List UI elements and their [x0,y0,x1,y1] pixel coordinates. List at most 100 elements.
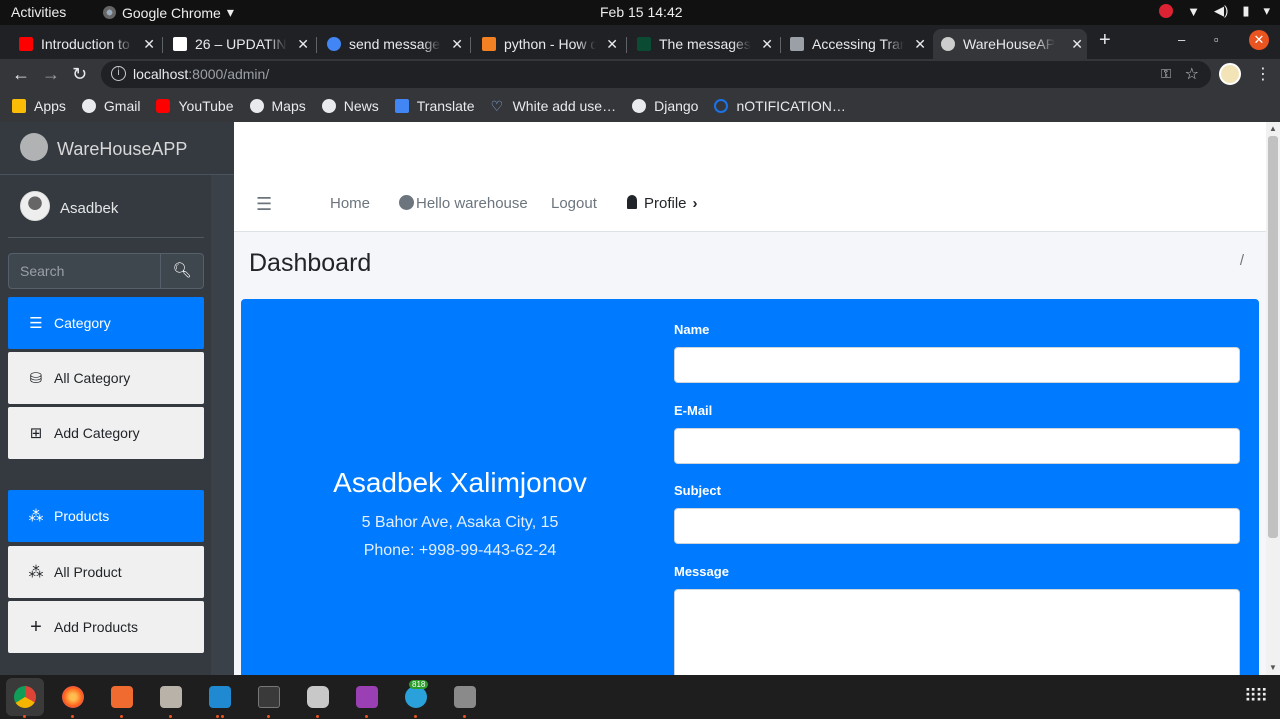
bookmark-maps[interactable]: Maps [249,98,306,114]
close-icon[interactable]: ✕ [143,36,155,53]
dock [0,675,1280,719]
key-icon[interactable]: ⚿ [1161,66,1171,82]
nav-logout-link[interactable]: Logout [551,195,597,212]
tab-0[interactable]: Introduction to ✕ [11,29,159,59]
scrollbar-thumb[interactable] [1268,136,1278,538]
new-tab-icon[interactable]: + [1099,29,1111,52]
terminal-dock-icon[interactable] [253,681,285,713]
back-icon[interactable]: ← [12,64,30,85]
disk-dock-icon[interactable] [449,681,481,713]
email-field[interactable] [674,428,1240,464]
header-spacer [234,122,1266,177]
show-apps-icon[interactable]: ⠿⠿ [1244,686,1268,707]
vscode-dock-icon[interactable] [204,681,236,713]
brand-name: WareHouseAPP [57,139,188,159]
window-close-icon[interactable]: ✕ [1249,30,1269,50]
nav-hello-link[interactable]: Hello warehouse [399,195,528,212]
tab-title: send message [349,36,441,52]
bookmark-notification[interactable]: nOTIFICATION… [714,98,846,114]
subject-label: Subject [674,483,721,498]
database-icon: ⛁ [29,370,43,387]
profile-avatar-icon[interactable] [1219,63,1241,85]
sidebar-item-add-products[interactable]: + Add Products [8,601,204,653]
bookmark-gmail[interactable]: Gmail [81,98,140,114]
close-icon[interactable]: ✕ [606,36,618,53]
reload-icon[interactable]: ↻ [72,64,87,85]
close-icon[interactable]: ✕ [297,36,309,53]
name-field[interactable] [674,347,1240,383]
django-icon [637,37,651,51]
user-name[interactable]: Asadbek [60,200,118,217]
sidebar-item-all-product[interactable]: ⁂ All Product [8,546,204,598]
sidebar-item-all-category[interactable]: ⛁ All Category [8,352,204,404]
tab-6-active[interactable]: WareHouseAP ✕ [933,29,1087,59]
files-dock-icon[interactable] [155,681,187,713]
nav-home-link[interactable]: Home [330,195,370,212]
page-scrollbar[interactable]: ▲ ▼ [1266,122,1280,675]
bookmark-white-add[interactable]: ♡ White add use… [491,98,617,114]
activities-button[interactable]: Activities [11,4,66,20]
tab-2[interactable]: send message ✕ [319,29,467,59]
bookmark-translate[interactable]: Translate [394,98,475,114]
bookmark-youtube[interactable]: YouTube [156,98,234,114]
search-input[interactable] [8,253,161,289]
translate-icon [394,99,409,113]
tab-title: The messages [659,36,751,52]
subject-field[interactable] [674,508,1240,544]
hamburger-menu-icon[interactable]: ☰ [256,194,272,215]
forward-icon[interactable]: → [42,64,60,85]
close-icon[interactable]: ✕ [1071,36,1083,53]
scroll-down-icon[interactable]: ▼ [1269,663,1277,672]
sidebar-item-category[interactable]: ☰ Category [8,297,204,349]
tab-1[interactable]: 26 – UPDATING ✕ [165,29,313,59]
bookmark-django[interactable]: Django [632,98,698,114]
more-menu-icon[interactable]: ⋮ [1255,64,1271,84]
sidebar-item-add-category[interactable]: ⊞ Add Category [8,407,204,459]
scroll-up-icon[interactable]: ▲ [1269,124,1277,133]
sitemap-icon: ⊞ [29,425,43,442]
system-top-bar: Activities Google Chrome ▾ Feb 15 14:42 … [0,0,1280,25]
chrome-icon [103,6,116,19]
browser-toolbar: ← → ↻ i localhost:8000/admin/ ⚿ ☆ ⋮ [0,59,1280,90]
media-dock-icon[interactable] [351,681,383,713]
contact-card: Asadbek Xalimjonov 5 Bahor Ave, Asaka Ci… [241,299,1259,675]
tab-title: 26 – UPDATING [195,36,287,52]
tab-3[interactable]: python - How d ✕ [474,29,622,59]
bookmark-apps[interactable]: Apps [12,98,66,114]
star-icon[interactable]: ☆ [1185,64,1199,84]
software-center-dock-icon[interactable] [106,681,138,713]
tab-4[interactable]: The messages ✕ [629,29,777,59]
message-field[interactable] [674,589,1240,675]
system-tray[interactable]: ▼ ◀) ▮ ▾ [1159,3,1270,19]
tab-5[interactable]: Accessing Trar ✕ [782,29,930,59]
search-button[interactable]: 🔍︎ [160,253,204,289]
info-icon[interactable]: i [111,66,126,81]
breadcrumb: / [1239,252,1244,269]
app-logo-icon [941,37,955,51]
clock[interactable]: Feb 15 14:42 [600,4,683,20]
user-panel[interactable]: Asadbek [8,175,204,238]
caret-down-icon: ▾ [226,4,234,20]
refresh-icon [714,99,729,113]
app-menu[interactable]: Google Chrome ▾ [103,4,234,21]
address-bar[interactable]: i localhost:8000/admin/ ⚿ ☆ [101,61,1211,88]
brand-link[interactable]: WareHouseAPP [0,122,234,175]
firefox-dock-icon[interactable] [57,681,89,713]
maximize-icon[interactable]: ▫ [1214,32,1219,47]
close-icon[interactable]: ✕ [761,36,773,53]
tab-strip: Introduction to ✕ 26 – UPDATING ✕ send m… [0,25,1280,59]
bookmarks-bar: Apps Gmail YouTube Maps News Translate ♡… [0,90,1280,122]
database-dock-icon[interactable] [302,681,334,713]
contact-name: Asadbek Xalimjonov [333,467,587,498]
user-circle-icon [399,195,414,210]
bookmark-news[interactable]: News [321,98,379,114]
url-text: localhost:8000/admin/ [133,66,270,82]
nav-profile-link[interactable]: Profile › [627,195,698,212]
close-icon[interactable]: ✕ [451,36,463,53]
telegram-unread-badge: 818 [409,680,429,689]
chrome-dock-icon[interactable] [6,678,44,716]
close-icon[interactable]: ✕ [914,36,926,53]
sidebar-item-products[interactable]: ⁂ Products [8,490,204,542]
stackoverflow-icon [482,37,496,51]
minimize-icon[interactable]: – [1178,32,1185,47]
